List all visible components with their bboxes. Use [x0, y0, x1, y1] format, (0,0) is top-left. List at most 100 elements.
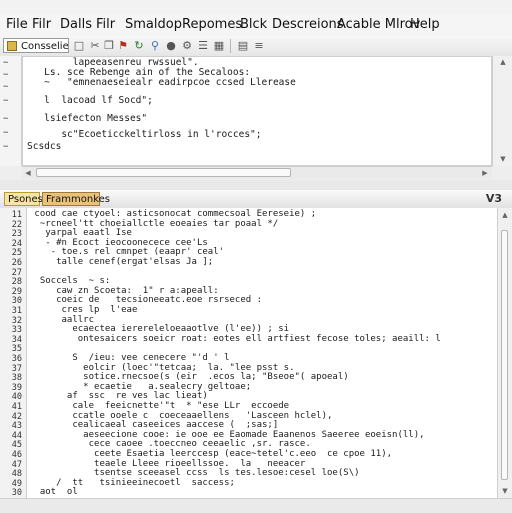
code-line: cece caoee .toeccneo ceeaelic ,sr. rasce… [29, 439, 311, 450]
code-line: / tt tsinieeinecoetl saccess; [29, 477, 235, 488]
line-number: 29 [11, 286, 22, 297]
upper-horizontal-scrollbar[interactable]: ◀ ▶ [22, 166, 492, 179]
menu-help[interactable]: Help [410, 17, 440, 32]
code-line: sotice.rnecsoe(s (eir .ecos la; "Bseoe"(… [29, 372, 349, 383]
code-line: coeic de tecsioneeatc.eoe rsrseced : [29, 295, 262, 306]
line-number: 35 [11, 344, 22, 355]
code-line: af ssc re ves lac lieat) [29, 391, 208, 402]
menu-blck[interactable]: Blck [240, 17, 267, 32]
line-number: 22 [11, 219, 22, 230]
lower-pane-header: Psones Frammonkes V3 [0, 190, 512, 209]
line-number: 39 [11, 382, 22, 393]
code-area[interactable]: cood cae ctyoel: asticsonocat commecsoal… [27, 208, 487, 498]
scroll-right-icon[interactable]: ▶ [480, 168, 490, 178]
project-combo[interactable]: Consselient [3, 38, 69, 53]
line-number: 27 [11, 267, 22, 278]
scroll-up-icon[interactable]: ▲ [500, 210, 510, 220]
code-line: ecaectea ierereleloeaaotlve (l'ee)) ; si [29, 324, 290, 335]
menu-repomes[interactable]: Repomes [182, 17, 242, 32]
settings-icon[interactable]: ⚙ [180, 39, 194, 53]
line-number: 47 [11, 459, 22, 470]
lower-editor-pane: 11 22 23 24 25 26 27 28 29 30 31 32 33 34 35 36 37 38 39 40… [0, 208, 512, 513]
upper-gutter: − − − − − − − [0, 56, 22, 166]
toolbar-separator [230, 39, 231, 53]
line-number: 45 [11, 440, 22, 451]
fold-marker[interactable]: − [3, 128, 8, 138]
pane-version-label: V3 [485, 192, 502, 205]
lower-vertical-scrollbar[interactable]: ▲ ▼ [497, 208, 512, 498]
scroll-thumb[interactable] [36, 168, 291, 177]
fold-marker[interactable]: − [3, 82, 8, 92]
fold-marker[interactable]: − [3, 114, 8, 124]
menu-smaldop[interactable]: Smaldop [125, 17, 182, 32]
fold-marker[interactable]: − [3, 96, 8, 106]
project-combo-label: Consselient [21, 41, 69, 52]
code-line: l lacoad lf Socd"; [27, 95, 153, 106]
scroll-left-icon[interactable]: ◀ [23, 168, 33, 178]
menu-filr[interactable]: Filr [32, 17, 51, 32]
menu-descreions[interactable]: Descreions [272, 17, 344, 32]
code-line: caw zn Scoeta: 1" r a:apeall: [29, 285, 219, 296]
code-line: cres lp l'eae [29, 305, 138, 315]
ide-window: File Filr Dalls Filr Smaldop Repomes Blc… [0, 0, 512, 513]
code-line: eolcir (loec'"tetcaa; la. "lee psst s. [29, 362, 295, 373]
tab-frammonkes[interactable]: Frammonkes [42, 192, 110, 206]
fold-marker[interactable]: − [3, 142, 8, 152]
scroll-down-icon[interactable]: ▼ [500, 486, 510, 496]
line-number: 11 [11, 210, 22, 220]
menu-dalls[interactable]: Dalls [60, 17, 92, 32]
line-number: 41 [11, 402, 22, 412]
upper-editor-pane: − − − − − − − lapeeasenreu rwssuel". Ls.… [0, 56, 512, 180]
scroll-up-icon[interactable]: ▲ [498, 57, 508, 67]
copy-icon[interactable]: ❐ [102, 39, 116, 53]
code-line: yarpal eaatl Ise [29, 228, 132, 239]
fold-marker[interactable]: − [3, 58, 8, 68]
pane-splitter[interactable] [0, 180, 512, 190]
line-number: 49 [11, 478, 22, 489]
code-line: Scsdcs [27, 141, 62, 152]
scroll-down-icon[interactable]: ▼ [498, 154, 508, 164]
refresh-icon[interactable]: ↻ [132, 39, 146, 53]
fold-marker[interactable]: − [3, 70, 8, 80]
code-line: * ecaetie a.sealecry geltoae; [29, 381, 252, 392]
scroll-thumb[interactable] [501, 230, 508, 480]
code-line: sc"Ecoeticckeltirloss in l'rocces"; [27, 129, 262, 140]
code-line: lsiefecton Messes" [27, 113, 148, 124]
code-line: ~ "emnenaeseiealr eadirpcoe ccsed Llerea… [27, 77, 296, 88]
document-icon[interactable]: □ [72, 39, 86, 53]
line-number: 44 [11, 430, 22, 441]
menu-file[interactable]: File [6, 17, 28, 32]
line-number: 31 [11, 306, 22, 316]
code-line: S /ieu: vee cenecere "'d ' l [29, 353, 230, 363]
line-number: 30 [11, 488, 22, 499]
lower-horizontal-scrollbar[interactable] [0, 498, 512, 513]
code-line: - #n Ecoct ieocoonecece cee'Ls [29, 237, 208, 248]
upper-code-area[interactable]: lapeeasenreu rwssuel". Ls. sce Rebenge a… [22, 56, 492, 166]
line-number: 36 [11, 354, 22, 364]
code-line: ~rcneel'tt choeiallctle eoeaies tar poaa… [29, 218, 279, 229]
code-line: talle cenef(ergat'elsas Ja ]; [29, 257, 214, 267]
code-line: Soccels ~ s: [29, 276, 111, 287]
table-icon[interactable]: ▤ [236, 39, 250, 53]
code-line: ccatle ooele c coeceaaellens 'Lasceen hc… [29, 410, 333, 421]
menu-filr-2[interactable]: Filr [96, 17, 115, 32]
flag-icon[interactable]: ⚑ [116, 39, 130, 53]
list-icon[interactable]: ☰ [196, 39, 210, 53]
cut-icon[interactable]: ✂ [88, 39, 102, 53]
upper-vertical-scrollbar[interactable]: ▲ ▼ [492, 56, 512, 166]
bookmark-icon[interactable]: ● [164, 39, 178, 53]
line-number: 30 [11, 296, 22, 307]
search-icon[interactable]: ⚲ [148, 39, 162, 53]
code-line: cood cae ctyoel: asticsonocat commecsoal… [29, 209, 317, 219]
line-number-gutter: 11 22 23 24 25 26 27 28 29 30 31 32 33 34 35 36 37 38 39 40… [0, 208, 27, 498]
line-number: 43 [11, 421, 22, 432]
align-icon[interactable]: ≡ [252, 39, 266, 53]
line-number: 25 [11, 248, 22, 259]
menu-acable-mlrov[interactable]: Acable Mlrov [337, 17, 420, 32]
grid-icon[interactable]: ▦ [212, 39, 226, 53]
code-line: cealicaeal caseeices aaccese ( ;sas;] [29, 420, 279, 431]
line-number: 37 [11, 363, 22, 374]
tab-psones[interactable]: Psones [4, 192, 43, 206]
line-number: 38 [11, 373, 22, 384]
menu-bar: File Filr Dalls Filr Smaldop Repomes Blc… [0, 14, 512, 37]
